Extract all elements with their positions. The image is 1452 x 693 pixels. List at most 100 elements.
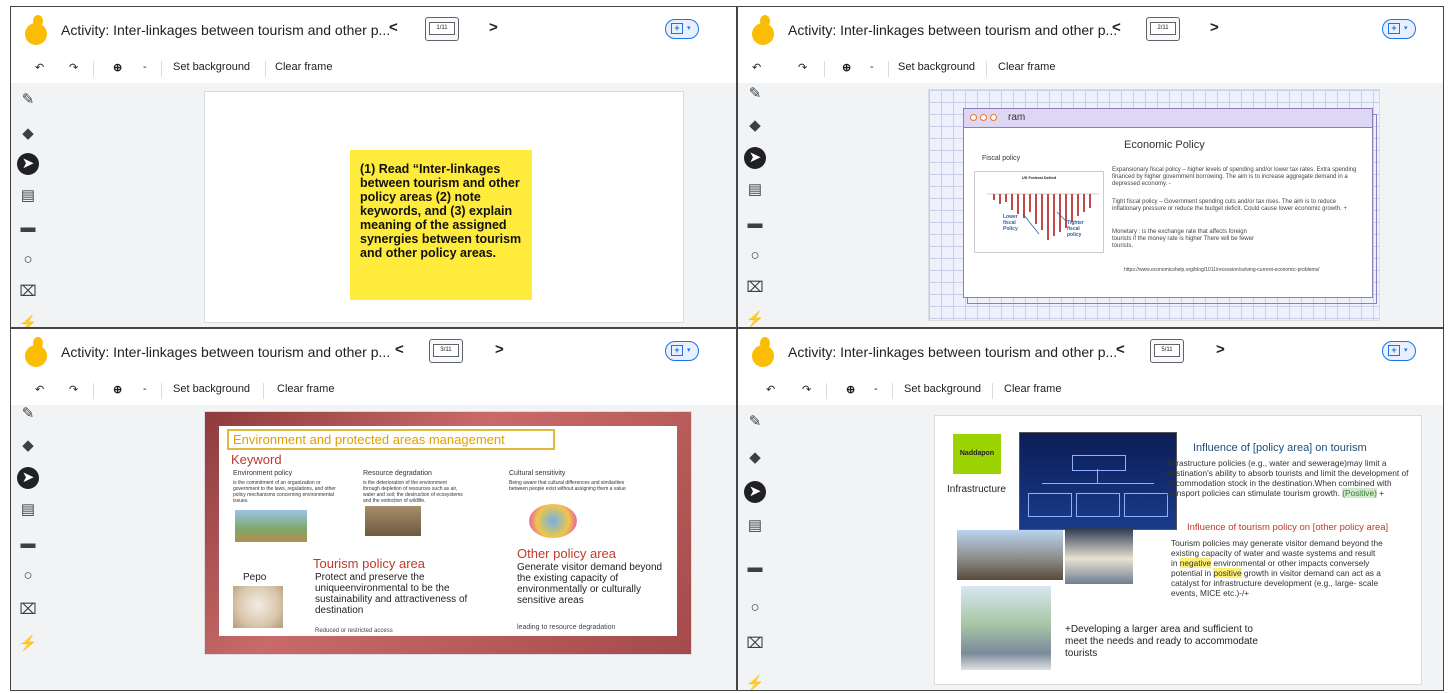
- sticky-note-icon[interactable]: ▤: [17, 185, 39, 207]
- frame-counter: 3/11: [433, 344, 459, 357]
- share-frame-button[interactable]: + ▾: [665, 341, 699, 361]
- sticky-note-icon[interactable]: ▤: [17, 499, 39, 521]
- window-dot-icon: [990, 114, 997, 121]
- prev-frame-button[interactable]: <: [1116, 341, 1125, 358]
- other-small: leading to resource degradation: [517, 624, 616, 631]
- eraser-icon[interactable]: ◆: [17, 435, 39, 457]
- select-icon[interactable]: ➤: [744, 481, 766, 503]
- redo-icon[interactable]: ↷: [802, 383, 811, 396]
- pen-icon[interactable]: ✎: [17, 403, 39, 425]
- next-frame-button[interactable]: >: [495, 341, 504, 358]
- zoom-caret[interactable]: -: [143, 383, 147, 395]
- frame-bar-button[interactable]: 3/11: [429, 339, 463, 363]
- redo-icon[interactable]: ↷: [69, 61, 78, 74]
- col3-text: Being aware that cultural differences an…: [509, 480, 626, 492]
- circle-icon[interactable]: ○: [17, 249, 39, 271]
- pen-icon[interactable]: ✎: [744, 83, 766, 105]
- pen-icon[interactable]: ✎: [744, 411, 766, 433]
- set-background-button[interactable]: Set background: [904, 383, 981, 395]
- image-icon[interactable]: ▬: [744, 557, 766, 579]
- next-frame-button[interactable]: >: [489, 19, 498, 36]
- name-sticky-note[interactable]: Naddapon: [953, 434, 1001, 474]
- text-box-icon[interactable]: ⌧: [744, 277, 766, 299]
- redo-icon[interactable]: ↷: [69, 383, 78, 396]
- transport-image: [957, 530, 1063, 580]
- share-frame-button[interactable]: + ▾: [1382, 19, 1416, 39]
- circle-icon[interactable]: ○: [17, 565, 39, 587]
- frame-bar-button[interactable]: 5/11: [1150, 339, 1184, 363]
- frame-bar-button[interactable]: 2/11: [1146, 17, 1180, 41]
- clear-frame-button[interactable]: Clear frame: [1004, 383, 1061, 395]
- image-icon[interactable]: ▬: [744, 213, 766, 235]
- zoom-icon[interactable]: ⊕: [113, 61, 122, 74]
- share-frame-button[interactable]: + ▾: [665, 19, 699, 39]
- sticky-note-icon[interactable]: ▤: [744, 179, 766, 201]
- next-frame-button[interactable]: >: [1210, 19, 1219, 36]
- zoom-caret[interactable]: -: [143, 61, 147, 73]
- text-box-icon[interactable]: ⌧: [744, 633, 766, 655]
- prev-frame-button[interactable]: <: [395, 341, 404, 358]
- source-url[interactable]: https://www.economicshelp.org/blog/1011/…: [1124, 267, 1320, 273]
- set-background-button[interactable]: Set background: [173, 383, 250, 395]
- prev-frame-button[interactable]: <: [1112, 19, 1121, 36]
- zoom-caret[interactable]: -: [874, 383, 878, 395]
- slide-heading: Economic Policy: [1124, 139, 1205, 151]
- zoom-icon[interactable]: ⊕: [842, 61, 851, 74]
- undo-icon[interactable]: ↶: [35, 61, 44, 74]
- temple-image: [235, 510, 307, 542]
- tourism-heading: Tourism policy area: [313, 556, 425, 571]
- hotel-room-image: [1065, 528, 1133, 584]
- eraser-icon[interactable]: ◆: [744, 447, 766, 469]
- laser-icon[interactable]: ⚡: [17, 313, 39, 327]
- clear-frame-button[interactable]: Clear frame: [275, 61, 332, 73]
- jam-frame[interactable]: ram Economic Policy Fiscal policy US Fed…: [928, 89, 1380, 321]
- infrastructure-label: Infrastructure: [947, 484, 1006, 495]
- select-icon[interactable]: ➤: [17, 467, 39, 489]
- zoom-icon[interactable]: ⊕: [846, 383, 855, 396]
- prev-frame-button[interactable]: <: [389, 19, 398, 36]
- eraser-icon[interactable]: ◆: [17, 123, 39, 145]
- jam-frame[interactable]: Environment and protected areas manageme…: [204, 411, 692, 655]
- image-icon[interactable]: ▬: [17, 533, 39, 555]
- text-box-icon[interactable]: ⌧: [17, 599, 39, 621]
- jam-frame[interactable]: Naddapon Infrastructure Influence of [po…: [934, 415, 1422, 685]
- degradation-image: [365, 506, 421, 536]
- undo-icon[interactable]: ↶: [752, 61, 761, 74]
- set-background-button[interactable]: Set background: [898, 61, 975, 73]
- sticky-note-icon[interactable]: ▤: [744, 515, 766, 537]
- col2-title: Resource degradation: [363, 470, 432, 477]
- doc-title: Activity: Inter-linkages between tourism…: [61, 344, 391, 360]
- zoom-caret[interactable]: -: [870, 61, 874, 73]
- text-box-icon[interactable]: ⌧: [17, 281, 39, 303]
- negative-highlight: negative: [1179, 558, 1212, 568]
- redo-icon[interactable]: ↷: [798, 61, 807, 74]
- jam-frame[interactable]: (1) Read “Inter-linkages between tourism…: [204, 91, 684, 323]
- next-frame-button[interactable]: >: [1216, 341, 1225, 358]
- set-background-button[interactable]: Set background: [173, 61, 250, 73]
- circle-icon[interactable]: ○: [744, 245, 766, 267]
- laser-icon[interactable]: ⚡: [744, 309, 766, 327]
- image-icon[interactable]: ▬: [17, 217, 39, 239]
- laser-icon[interactable]: ⚡: [17, 633, 39, 655]
- eraser-icon[interactable]: ◆: [744, 115, 766, 137]
- undo-icon[interactable]: ↶: [35, 383, 44, 396]
- select-icon[interactable]: ➤: [17, 153, 39, 175]
- sticky-note[interactable]: (1) Read “Inter-linkages between tourism…: [350, 150, 532, 300]
- pen-icon[interactable]: ✎: [17, 89, 39, 111]
- monetary-text: Monetary : is the exchange rate that aff…: [1112, 229, 1254, 250]
- frame-bar-button[interactable]: 1/11: [425, 17, 459, 41]
- share-frame-button[interactable]: + ▾: [1382, 341, 1416, 361]
- env-title: Environment and protected areas manageme…: [227, 429, 555, 450]
- influence-heading-1: Influence of [policy area] on tourism: [1193, 442, 1367, 454]
- clear-frame-button[interactable]: Clear frame: [277, 383, 334, 395]
- circle-icon[interactable]: ○: [744, 597, 766, 619]
- laser-icon[interactable]: ⚡: [744, 673, 766, 690]
- positive-tag: (Positive): [1342, 488, 1377, 498]
- clear-frame-button[interactable]: Clear frame: [998, 61, 1055, 73]
- undo-icon[interactable]: ↶: [766, 383, 775, 396]
- jamboard-logo: [752, 15, 774, 45]
- top-bar: Activity: Inter-linkages between tourism…: [738, 329, 1443, 377]
- zoom-icon[interactable]: ⊕: [113, 383, 122, 396]
- other-body: Generate visitor demand beyond the exist…: [517, 562, 663, 606]
- select-icon[interactable]: ➤: [744, 147, 766, 169]
